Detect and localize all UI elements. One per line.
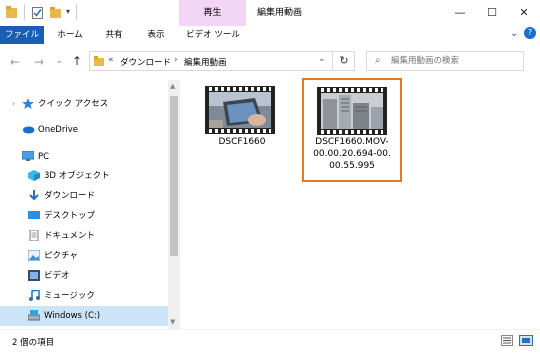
star-icon bbox=[22, 98, 34, 109]
tab-share[interactable]: 共有 bbox=[94, 26, 134, 44]
item-count: 2 個の項目 bbox=[12, 338, 55, 348]
scroll-down-icon[interactable]: ▼ bbox=[170, 318, 175, 326]
refresh-button[interactable]: ↻ bbox=[332, 51, 355, 71]
qat-dropdown-icon[interactable]: ▾ bbox=[66, 7, 70, 16]
recent-locations-icon[interactable]: ⌄ bbox=[56, 56, 63, 65]
desktop-icon bbox=[28, 210, 40, 221]
properties-icon[interactable] bbox=[32, 6, 43, 19]
new-folder-icon[interactable] bbox=[50, 6, 61, 19]
chevron-right-icon[interactable]: › bbox=[12, 94, 15, 114]
cloud-icon bbox=[22, 124, 35, 135]
details-view-icon[interactable] bbox=[501, 335, 513, 346]
nav-documents[interactable]: ドキュメント bbox=[0, 226, 168, 246]
tab-view[interactable]: 表示 bbox=[136, 26, 176, 44]
minimize-button[interactable]: — bbox=[444, 0, 476, 26]
nav-3d-objects[interactable]: 3D オブジェクト bbox=[0, 166, 168, 186]
file-name-line: DSCF1660.MOV- bbox=[315, 137, 389, 147]
folder-icon bbox=[6, 6, 17, 19]
tab-video-tools[interactable]: ビデオ ツール bbox=[182, 26, 244, 44]
pictures-icon bbox=[27, 249, 41, 262]
search-box[interactable]: ⌕ bbox=[366, 51, 524, 71]
up-button[interactable]: ↑ bbox=[72, 54, 82, 68]
tab-file[interactable]: ファイル bbox=[0, 26, 44, 44]
breadcrumb-separator: › bbox=[174, 55, 178, 65]
nav-music[interactable]: ミュージック bbox=[0, 286, 168, 306]
status-bar: 2 個の項目 bbox=[0, 329, 540, 353]
drive-icon bbox=[27, 310, 41, 321]
tab-home[interactable]: ホーム bbox=[50, 26, 90, 44]
search-input[interactable] bbox=[391, 54, 519, 68]
navigation-pane: › クイック アクセス OneDrive PC 3D オブジェクト ダウンロード… bbox=[0, 80, 180, 329]
search-icon: ⌕ bbox=[375, 55, 381, 66]
address-dropdown-icon[interactable]: ⌄ bbox=[318, 54, 326, 64]
nav-quick-access[interactable]: › クイック アクセス bbox=[0, 94, 168, 114]
video-icon bbox=[28, 270, 40, 281]
file-item-selected[interactable]: DSCF1660.MOV- 00.00.20.694-00. 00.55.995 bbox=[302, 78, 402, 182]
breadcrumb-edit-videos[interactable]: 編集用動画 bbox=[184, 56, 227, 68]
nav-onedrive[interactable]: OneDrive bbox=[0, 120, 168, 140]
separator bbox=[24, 4, 25, 20]
nav-desktop[interactable]: デスクトップ bbox=[0, 206, 168, 226]
context-tab-play[interactable]: 再生 bbox=[179, 0, 246, 26]
window-title: 編集用動画 bbox=[257, 8, 303, 18]
maximize-button[interactable]: ☐ bbox=[476, 0, 508, 26]
file-name-line: 00.00.20.694-00. bbox=[313, 149, 391, 159]
file-name-line: 00.55.995 bbox=[329, 161, 375, 171]
large-icons-view-icon[interactable] bbox=[519, 335, 533, 346]
music-icon bbox=[28, 289, 40, 301]
breadcrumb-downloads[interactable]: ダウンロード bbox=[120, 56, 171, 68]
document-icon bbox=[28, 229, 40, 242]
nav-pictures[interactable]: ピクチャ bbox=[0, 246, 168, 266]
video-thumbnail bbox=[205, 86, 275, 134]
ribbon-expand-icon[interactable]: ⌄ bbox=[510, 28, 518, 39]
forward-button[interactable]: → bbox=[34, 55, 44, 69]
breadcrumb-overflow[interactable]: « bbox=[108, 55, 114, 65]
help-icon[interactable]: ? bbox=[524, 27, 536, 39]
file-name: DSCF1660 bbox=[218, 137, 266, 147]
nav-videos[interactable]: ビデオ bbox=[0, 266, 168, 286]
video-thumbnail bbox=[317, 87, 387, 135]
nav-downloads[interactable]: ダウンロード bbox=[0, 186, 168, 206]
address-bar[interactable]: « ダウンロード › 編集用動画 ⌄ bbox=[89, 51, 355, 71]
nav-windows-c[interactable]: Windows (C:) bbox=[0, 306, 168, 326]
file-item[interactable]: DSCF1660 bbox=[195, 80, 289, 156]
separator bbox=[76, 4, 77, 20]
download-icon bbox=[28, 190, 40, 201]
back-button[interactable]: ← bbox=[10, 55, 20, 69]
nav-pc[interactable]: PC bbox=[0, 147, 168, 167]
computer-icon bbox=[21, 150, 35, 162]
scroll-up-icon[interactable]: ▲ bbox=[170, 82, 175, 90]
nav-scroll-thumb[interactable] bbox=[170, 96, 178, 256]
folder-icon bbox=[94, 56, 104, 67]
cube-icon bbox=[28, 170, 40, 181]
close-button[interactable]: ✕ bbox=[508, 0, 540, 26]
